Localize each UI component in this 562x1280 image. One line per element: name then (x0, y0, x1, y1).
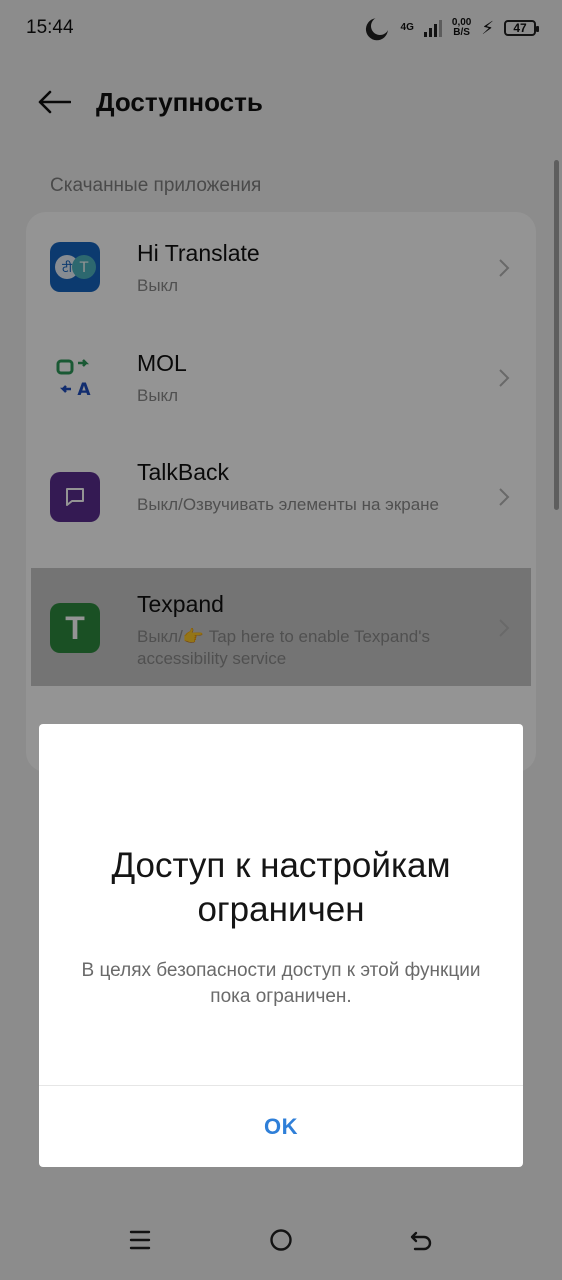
restricted-settings-dialog: Доступ к настройкам ограничен В целях бе… (39, 724, 523, 1167)
ok-button[interactable]: OK (39, 1086, 523, 1167)
screen: 15:44 4G 0,00 B/S ⚡ 47 Доступность Скача… (0, 0, 562, 1280)
dialog-title: Доступ к настройкам ограничен (111, 846, 451, 929)
dialog-message: В целях безопасности доступ к этой функц… (81, 960, 481, 1007)
